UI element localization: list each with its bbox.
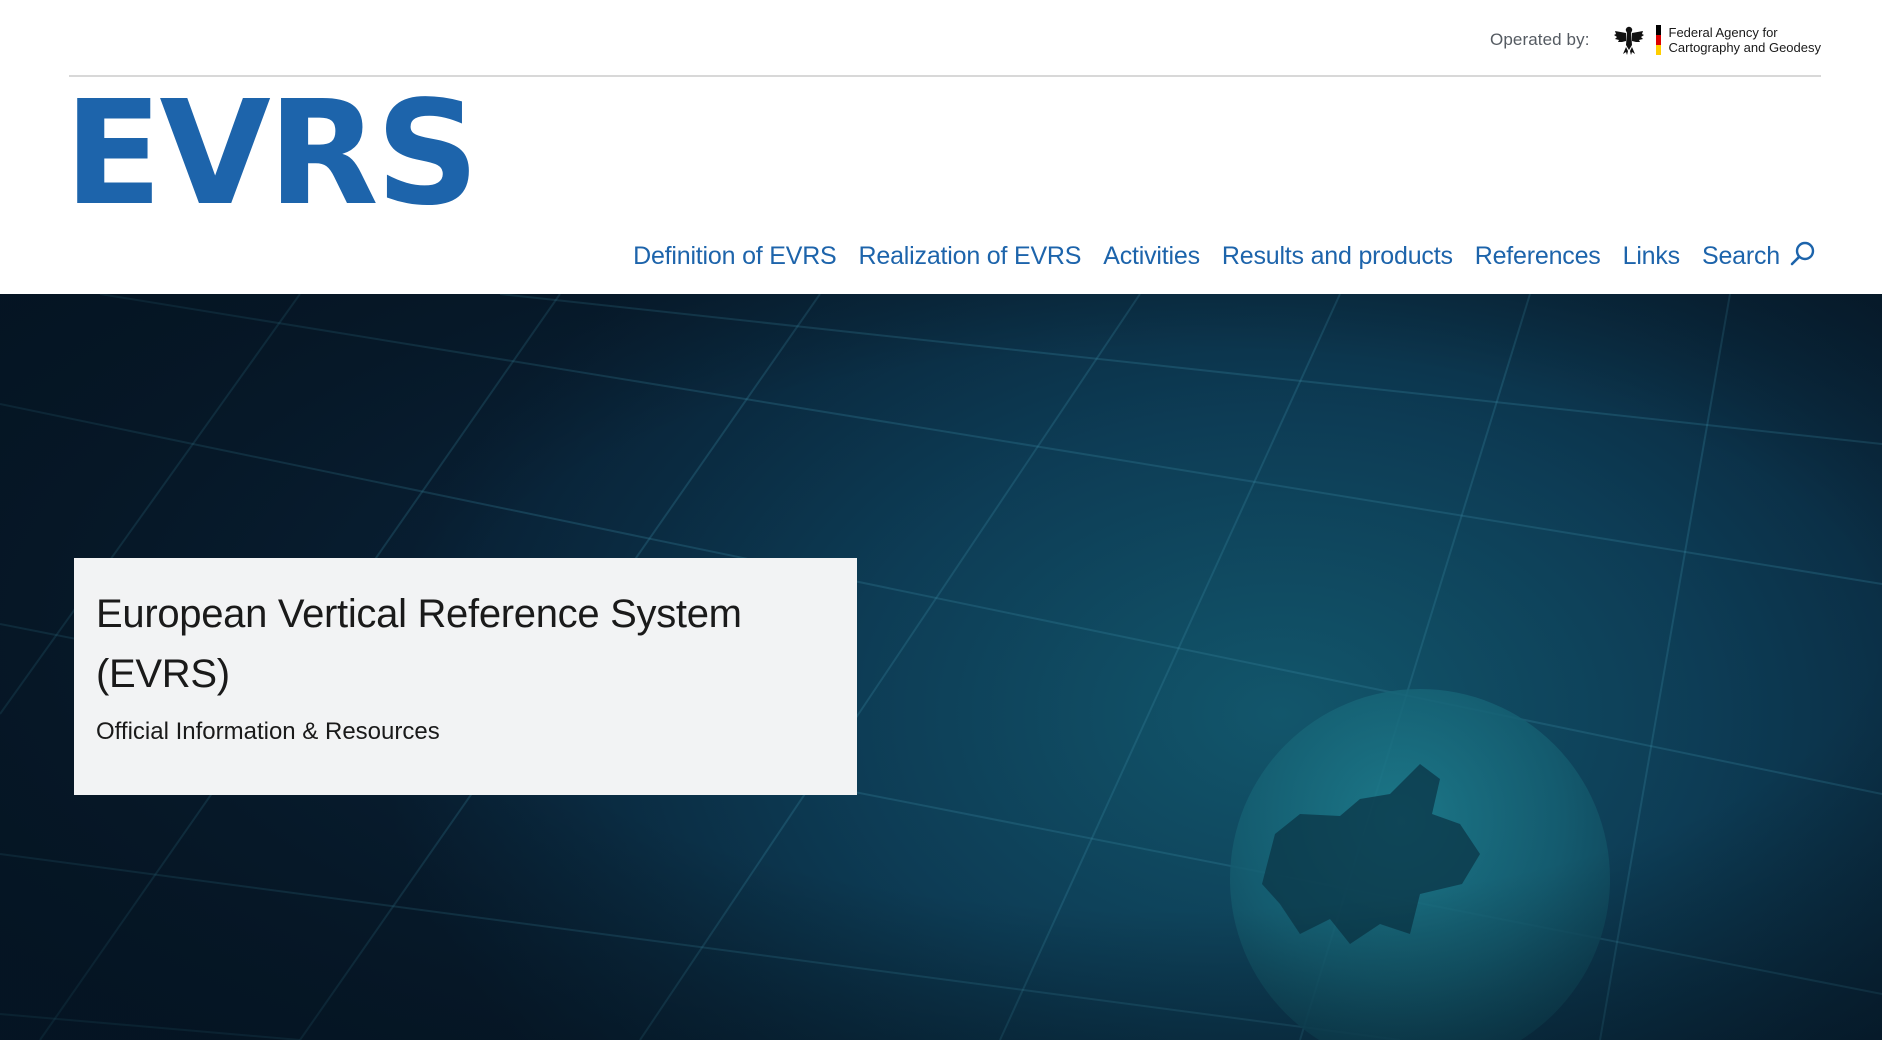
- search-icon: [1790, 241, 1815, 266]
- operator-info: Operated by: Federal Agency for Cartogra…: [1490, 20, 1821, 60]
- main-navigation: Definition of EVRS Realization of EVRS A…: [633, 236, 1816, 276]
- agency-logo-text[interactable]: Federal Agency for Cartography and Geode…: [1669, 25, 1821, 55]
- page: Operated by: Federal Agency for Cartogra…: [0, 0, 1882, 1040]
- federal-eagle-icon: [1613, 26, 1644, 55]
- search-button[interactable]: Search: [1702, 236, 1816, 276]
- nav-item-activities[interactable]: Activities: [1103, 236, 1200, 276]
- operated-by-label: Operated by:: [1490, 30, 1590, 49]
- hero-info-card: European Vertical Reference System (EVRS…: [74, 558, 857, 795]
- hero-subtitle: Official Information & Resources: [96, 718, 440, 745]
- agency-name-line1: Federal Agency for: [1668, 25, 1778, 40]
- nav-item-references[interactable]: References: [1475, 236, 1601, 276]
- nav-item-links[interactable]: Links: [1623, 236, 1681, 276]
- hero-title-line1: European Vertical Reference System: [96, 592, 742, 636]
- hero-title: European Vertical Reference System (EVRS…: [96, 584, 835, 704]
- hero-title-line2: (EVRS): [96, 652, 230, 696]
- search-label: Search: [1701, 242, 1780, 270]
- nav-item-definition[interactable]: Definition of EVRS: [633, 236, 837, 276]
- german-flag-bar: [1655, 25, 1661, 55]
- site-header: Operated by: Federal Agency for Cartogra…: [0, 0, 1882, 294]
- agency-name-line2: Cartography and Geodesy: [1668, 40, 1821, 55]
- hero-banner: European Vertical Reference System (EVRS…: [0, 294, 1882, 1040]
- nav-item-realization[interactable]: Realization of EVRS: [859, 236, 1082, 276]
- evrs-logo[interactable]: EVRS: [64, 81, 479, 225]
- nav-item-results-products[interactable]: Results and products: [1222, 236, 1453, 276]
